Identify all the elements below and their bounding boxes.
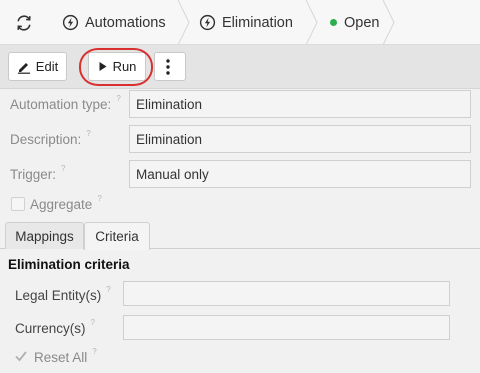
trigger-field[interactable]: Manual only (129, 160, 471, 188)
aggregate-label: Aggregate ? (30, 190, 102, 218)
help-icon[interactable]: ? (116, 94, 120, 103)
kebab-menu-icon (165, 58, 170, 75)
trigger-label: Trigger: ? (10, 160, 65, 188)
more-options-button[interactable] (154, 52, 186, 81)
description-label: Description: ? (10, 125, 91, 153)
automation-type-label: Automation type: ? (10, 90, 121, 118)
breadcrumb-item-automations[interactable]: Automations (62, 0, 166, 45)
automation-type-field[interactable]: Elimination (129, 90, 471, 118)
breadcrumb-label: Automations (85, 14, 166, 31)
legal-entity-label: Legal Entity(s) ? (15, 283, 111, 308)
aggregate-checkbox[interactable] (11, 197, 25, 211)
criteria-title: Elimination criteria (8, 257, 130, 272)
label-text: Reset All (34, 349, 88, 365)
label-text: Trigger: (10, 166, 57, 182)
breadcrumb-item-elimination[interactable]: Elimination (199, 0, 293, 45)
tab-label: Mappings (15, 228, 74, 244)
breadcrumb-item-status: Open (330, 0, 379, 45)
currency-label: Currency(s) ? (15, 316, 95, 341)
description-row: Description: ? Elimination (0, 125, 480, 153)
edit-button[interactable]: Edit (8, 52, 67, 81)
trigger-row: Trigger: ? Manual only (0, 160, 480, 188)
label-text: Description: (10, 131, 82, 147)
automation-type-row: Automation type: ? Elimination (0, 90, 480, 118)
help-icon[interactable]: ? (91, 318, 95, 327)
refresh-icon[interactable] (12, 11, 36, 35)
help-icon[interactable]: ? (106, 285, 110, 294)
description-field[interactable]: Elimination (129, 125, 471, 153)
tab-criteria[interactable]: Criteria (84, 222, 150, 250)
reset-all-checkbox[interactable] (14, 349, 28, 363)
help-icon[interactable]: ? (86, 129, 90, 138)
help-icon[interactable]: ? (61, 164, 65, 173)
status-label: Open (344, 14, 380, 31)
lightning-icon (62, 14, 79, 31)
help-icon[interactable]: ? (92, 347, 96, 356)
label-text: Automation type: (10, 96, 112, 112)
help-icon[interactable]: ? (97, 194, 101, 203)
label-text: Currency(s) (15, 321, 86, 336)
label-text: Aggregate (30, 196, 93, 212)
breadcrumb-label: Elimination (222, 14, 293, 31)
breadcrumb-separator (306, 0, 318, 45)
currency-input[interactable] (123, 315, 450, 340)
reset-all-row: Reset All ? (0, 343, 480, 371)
run-button[interactable]: Run (88, 52, 146, 81)
aggregate-row: Aggregate ? (0, 190, 480, 218)
breadcrumb-separator (383, 0, 395, 45)
legal-entity-input[interactable] (123, 281, 450, 306)
play-icon (99, 62, 107, 71)
reset-all-label: Reset All ? (34, 343, 97, 371)
breadcrumb: Automations Elimination Open (0, 0, 480, 45)
checkmark-icon (15, 351, 27, 362)
tab-label: Criteria (95, 229, 139, 244)
label-text: Legal Entity(s) (15, 288, 102, 303)
tab-mappings[interactable]: Mappings (5, 222, 84, 249)
status-dot (330, 19, 337, 26)
edit-button-label: Edit (35, 59, 59, 74)
pencil-icon (17, 62, 30, 74)
toolbar: Edit Run (0, 45, 480, 89)
lightning-icon (199, 14, 216, 31)
run-button-label: Run (112, 59, 137, 74)
breadcrumb-separator (178, 0, 190, 45)
